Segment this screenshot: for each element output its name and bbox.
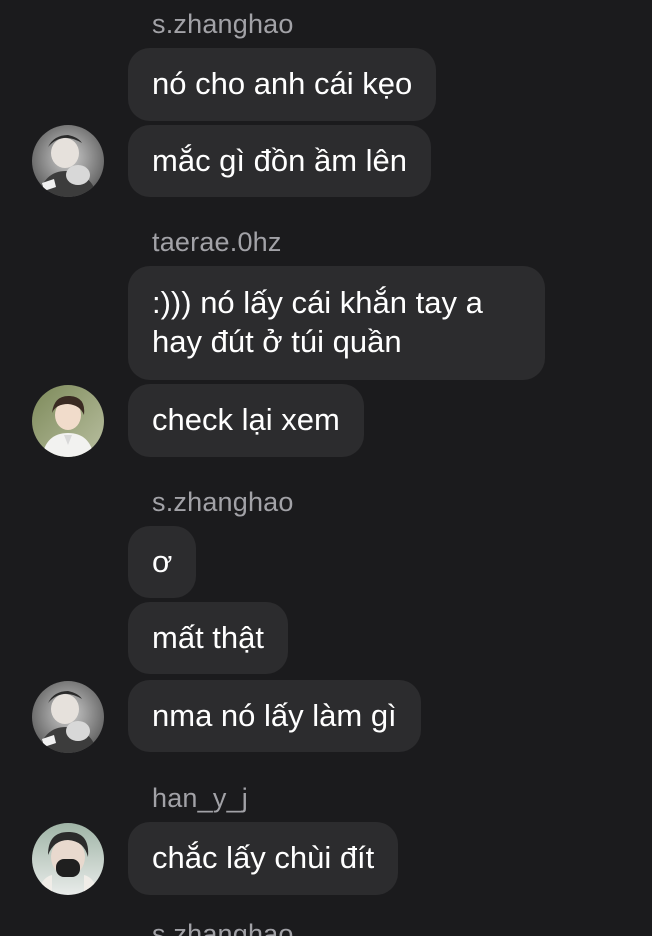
avatar-photo-zhanghao bbox=[32, 125, 104, 197]
message-bubble[interactable]: chắc lấy chùi đít bbox=[128, 822, 399, 895]
chat-thread[interactable]: s.zhanghao nó cho anh cái kẹo mắc gì đồn… bbox=[0, 0, 652, 936]
sender-name[interactable]: s.zhanghao bbox=[152, 8, 294, 40]
sender-name[interactable]: han_y_j bbox=[152, 782, 248, 814]
sender-name[interactable]: s.zhanghao bbox=[152, 486, 294, 518]
sender-name[interactable]: s.zhanghao bbox=[152, 918, 294, 936]
avatar-taerae[interactable] bbox=[32, 385, 104, 457]
message-bubble[interactable]: :))) nó lấy cái khắn tay a hay đút ở túi… bbox=[128, 266, 545, 380]
message-bubble[interactable]: nma nó lấy làm gì bbox=[128, 680, 421, 752]
avatar-photo-zhanghao bbox=[32, 681, 104, 753]
avatar-zhanghao[interactable] bbox=[32, 125, 104, 197]
avatar-photo-han bbox=[32, 823, 104, 895]
avatar-han[interactable] bbox=[32, 823, 104, 895]
message-bubble[interactable]: nó cho anh cái kẹo bbox=[128, 48, 437, 121]
message-bubble[interactable]: check lại xem bbox=[128, 384, 364, 457]
avatar-zhanghao[interactable] bbox=[32, 681, 104, 753]
sender-name[interactable]: taerae.0hz bbox=[152, 226, 282, 258]
avatar-photo-taerae bbox=[32, 385, 104, 457]
message-bubble[interactable]: ơ bbox=[128, 526, 197, 598]
message-bubble[interactable]: mắc gì đồn ầm lên bbox=[128, 125, 432, 197]
message-bubble[interactable]: mất thật bbox=[128, 602, 288, 674]
